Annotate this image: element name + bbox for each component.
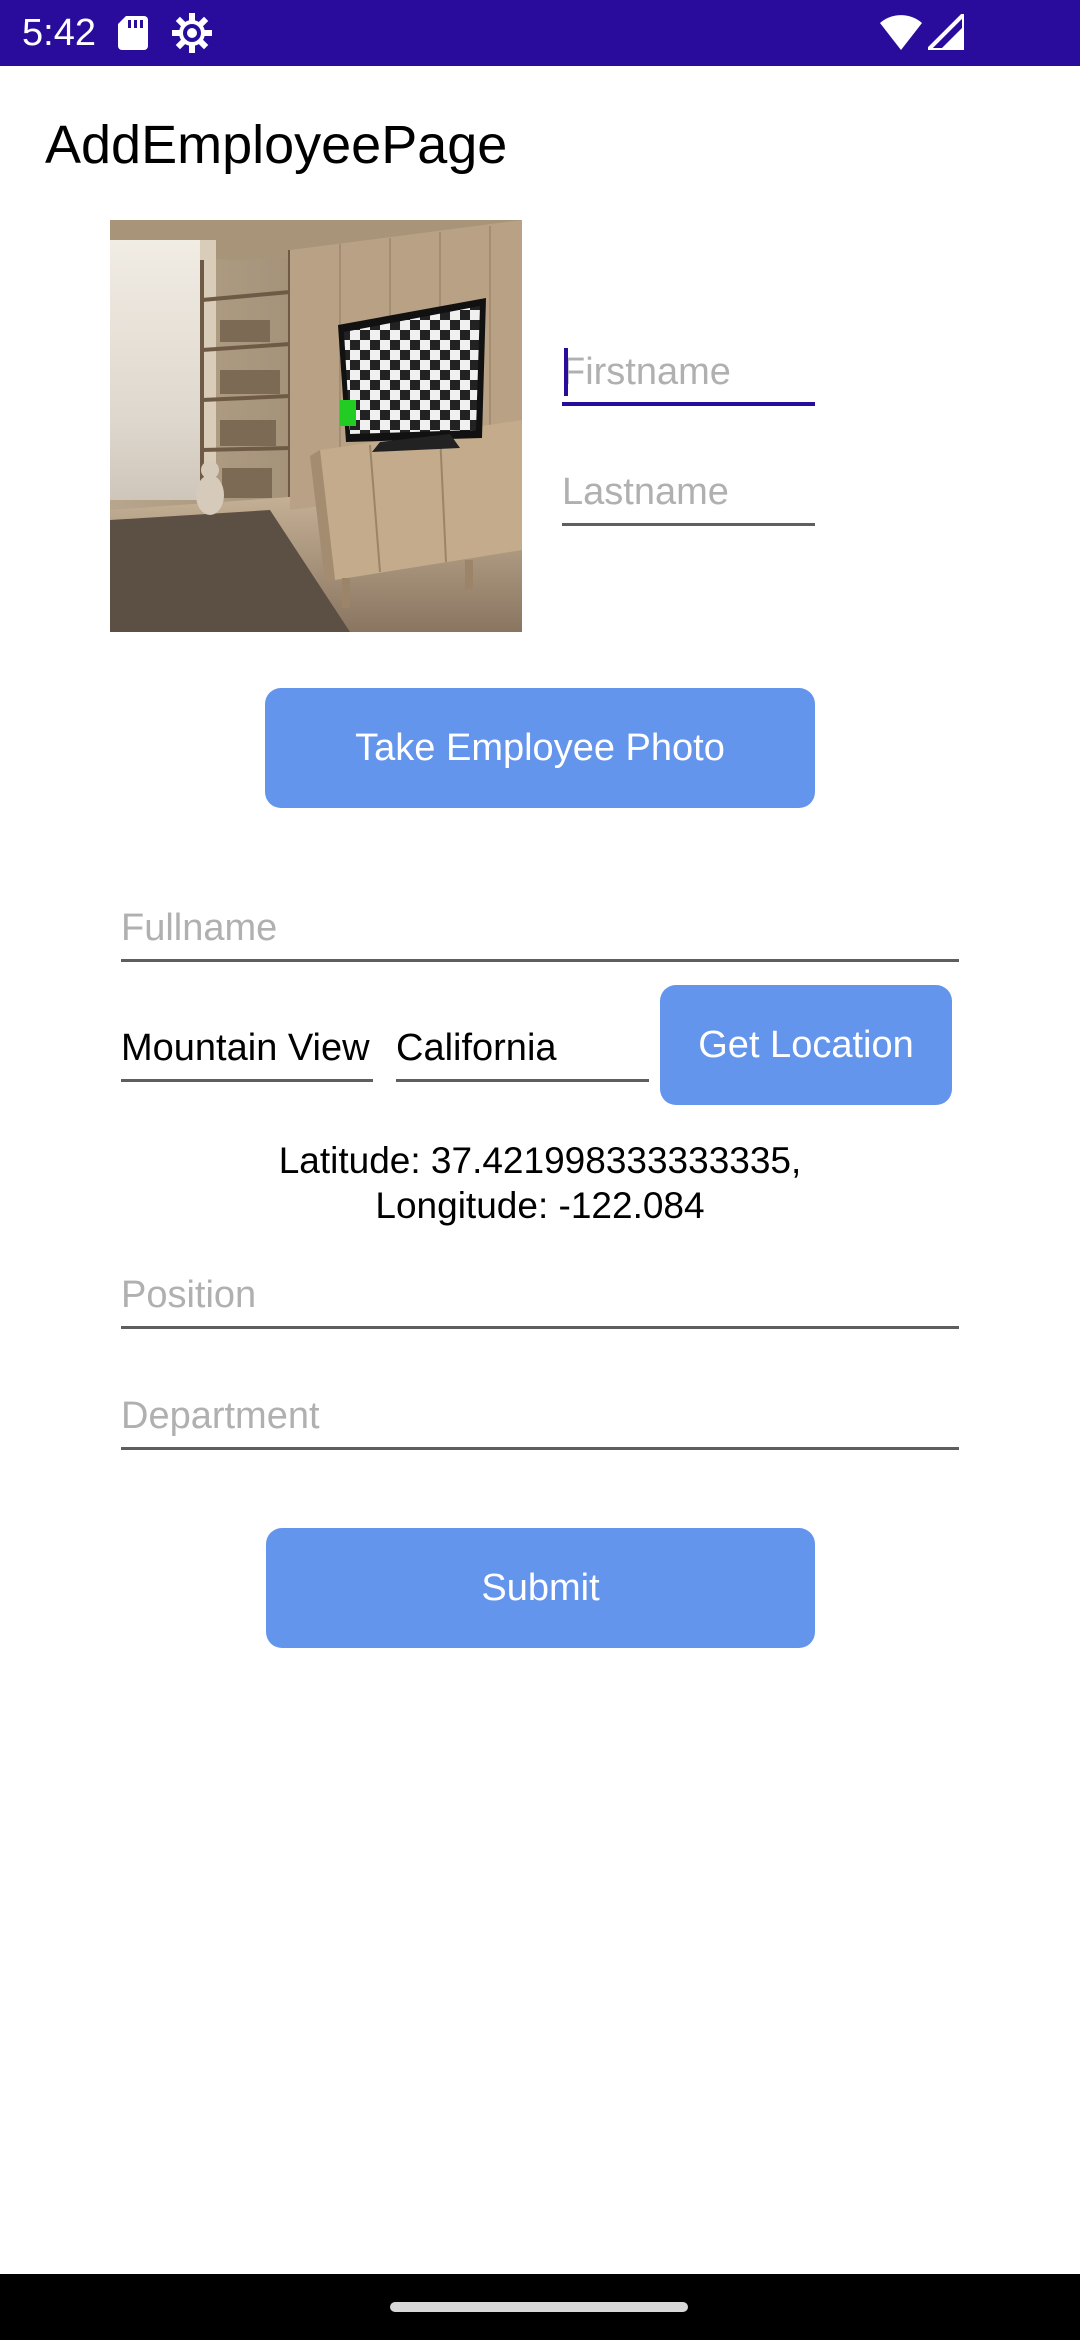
location-coordinates: Latitude: 37.421998333333335, Longitude:… bbox=[0, 1138, 1080, 1228]
fullname-field[interactable] bbox=[121, 886, 959, 962]
state-input[interactable] bbox=[396, 1006, 649, 1079]
navigation-bar bbox=[0, 2274, 1080, 2340]
lastname-field[interactable] bbox=[562, 450, 815, 526]
status-bar: 5:42 bbox=[0, 0, 1080, 66]
lastname-input[interactable] bbox=[562, 450, 815, 523]
firstname-field[interactable] bbox=[562, 330, 815, 406]
home-gesture-handle[interactable] bbox=[390, 2302, 688, 2312]
submit-button[interactable]: Submit bbox=[266, 1528, 815, 1648]
city-input[interactable] bbox=[121, 1006, 373, 1079]
employee-photo bbox=[110, 220, 522, 632]
settings-gear-icon bbox=[172, 13, 212, 53]
wifi-icon bbox=[880, 15, 922, 50]
page-title: AddEmployeePage bbox=[45, 115, 508, 175]
text-cursor bbox=[564, 348, 568, 396]
position-field[interactable] bbox=[121, 1253, 959, 1329]
sd-card-icon bbox=[118, 16, 148, 50]
add-employee-screen: 5:42 AddEmployeePage Firstname Lastname … bbox=[0, 0, 1080, 2340]
firstname-input[interactable] bbox=[562, 330, 815, 402]
employee-photo-image bbox=[110, 220, 522, 632]
take-employee-photo-button[interactable]: Take Employee Photo bbox=[265, 688, 815, 808]
latitude-text: Latitude: 37.421998333333335, bbox=[278, 1140, 802, 1181]
fullname-input[interactable] bbox=[121, 886, 959, 959]
city-field[interactable] bbox=[121, 1006, 373, 1082]
cell-signal-icon bbox=[928, 14, 964, 50]
position-input[interactable] bbox=[121, 1253, 959, 1326]
department-field[interactable] bbox=[121, 1374, 959, 1450]
longitude-text: Longitude: -122.084 bbox=[375, 1185, 705, 1226]
department-input[interactable] bbox=[121, 1374, 959, 1447]
status-time: 5:42 bbox=[22, 12, 96, 54]
get-location-button[interactable]: Get Location bbox=[660, 985, 952, 1105]
state-field[interactable] bbox=[396, 1006, 649, 1082]
